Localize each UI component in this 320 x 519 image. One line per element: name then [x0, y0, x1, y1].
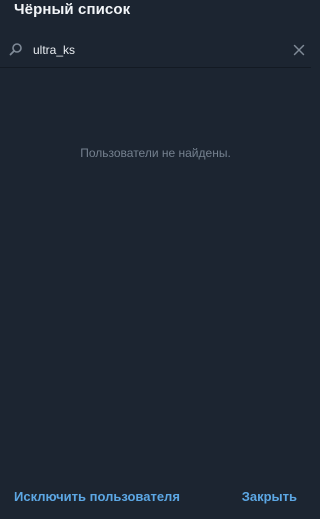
remove-user-button[interactable]: Исключить пользователя: [14, 489, 180, 504]
blacklist-dialog: Чёрный список Пользователи не найдены. И…: [0, 0, 311, 519]
search-input[interactable]: [33, 41, 273, 59]
close-button[interactable]: Закрыть: [242, 489, 297, 504]
search-icon: [9, 42, 23, 56]
empty-results-message: Пользователи не найдены.: [80, 146, 231, 160]
close-icon[interactable]: [293, 43, 305, 56]
search-bar: [0, 32, 311, 68]
dialog-title: Чёрный список: [14, 1, 131, 18]
